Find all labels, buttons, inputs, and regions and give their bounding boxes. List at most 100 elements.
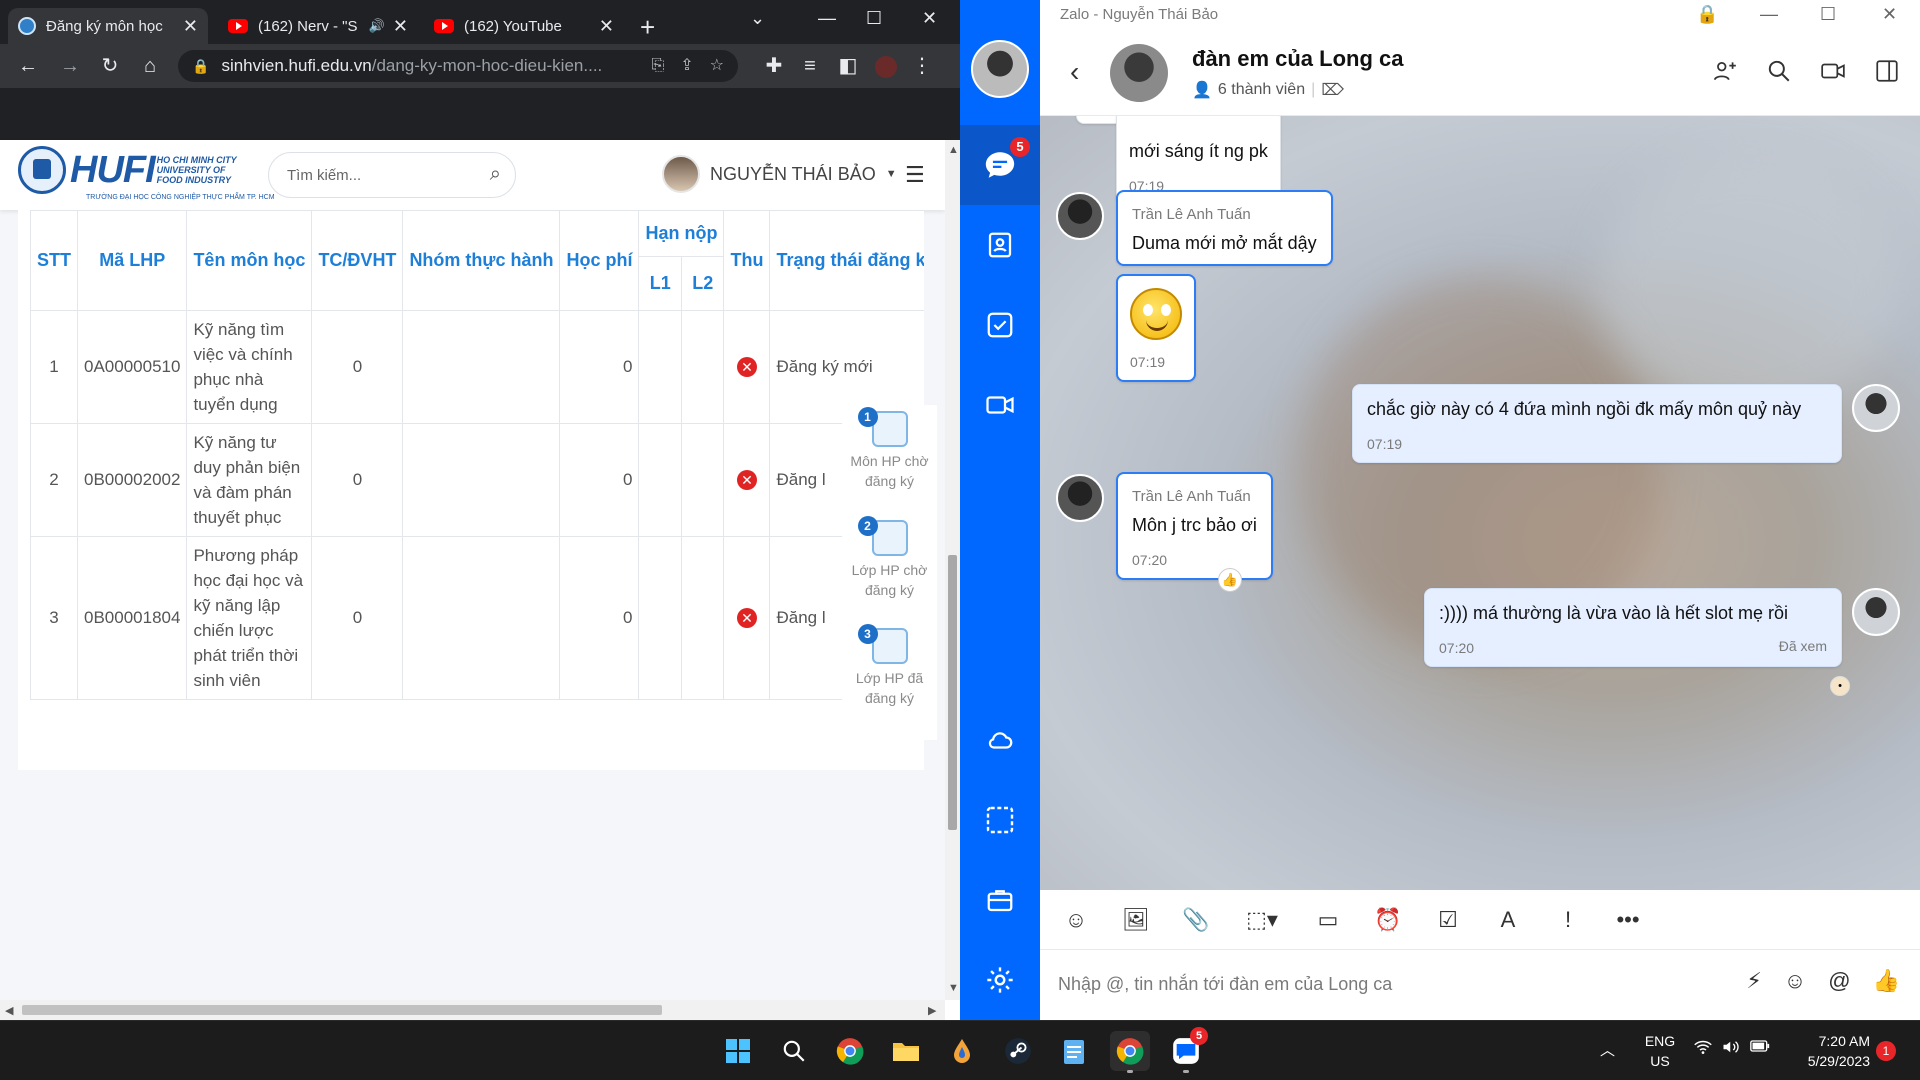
pending-classes-button[interactable]: 2 Lớp HP chờ đăng ký: [842, 516, 937, 600]
tab-search-chevron-icon[interactable]: ⌄: [750, 8, 765, 29]
profile-avatar[interactable]: [872, 52, 900, 80]
new-tab-icon[interactable]: +: [640, 14, 655, 40]
tab-dang-ky-mon-hoc[interactable]: Đăng ký môn học ✕: [8, 8, 208, 44]
my-avatar[interactable]: [971, 40, 1029, 98]
registered-classes-button[interactable]: 3 Lớp HP đã đăng ký: [842, 624, 937, 708]
sticker-bubble[interactable]: 07:19: [1116, 274, 1196, 382]
system-tray[interactable]: [1694, 1039, 1770, 1059]
chrome-taskbar-button[interactable]: [830, 1031, 870, 1071]
my-avatar[interactable]: [1852, 588, 1900, 636]
scrollbar-thumb[interactable]: [948, 555, 957, 830]
quick-message-icon[interactable]: ⚡: [1746, 968, 1761, 994]
app-drop-button[interactable]: [942, 1031, 982, 1071]
emoji-icon[interactable]: ☺: [1784, 968, 1806, 994]
nav-settings[interactable]: [960, 940, 1040, 1020]
scroll-down-icon[interactable]: ▼: [948, 982, 959, 994]
translate-icon[interactable]: ⎘: [651, 50, 664, 82]
maximize-icon[interactable]: ☐: [1820, 4, 1836, 25]
tag-icon[interactable]: ⌦: [1321, 80, 1344, 100]
nav-messages[interactable]: 5: [960, 125, 1040, 205]
pending-subjects-button[interactable]: 1 Môn HP chờ đăng ký: [842, 407, 937, 491]
window-close-icon[interactable]: ✕: [922, 8, 937, 29]
system-clock[interactable]: 7:20 AM 5/29/2023: [1790, 1031, 1870, 1071]
menu-dots-icon[interactable]: ⋮: [908, 52, 936, 80]
share-icon[interactable]: ⇪: [680, 50, 693, 82]
sticker-icon[interactable]: ☺: [1058, 902, 1094, 938]
hamburger-menu-icon[interactable]: ☰: [905, 162, 925, 188]
nav-cloud[interactable]: [960, 700, 1040, 780]
nav-screenshot[interactable]: [960, 780, 1040, 860]
more-icon[interactable]: •••: [1610, 902, 1646, 938]
chrome-active-button[interactable]: [1110, 1031, 1150, 1073]
tab-nerv[interactable]: (162) Nerv - "S 🔊 ✕: [218, 8, 418, 44]
file-explorer-button[interactable]: [886, 1031, 926, 1071]
notification-badge[interactable]: 1: [1876, 1041, 1896, 1061]
attach-icon[interactable]: 📎: [1178, 902, 1214, 938]
star-icon[interactable]: ☆: [710, 50, 724, 82]
mention-icon[interactable]: @: [1828, 968, 1850, 994]
steam-button[interactable]: [998, 1031, 1038, 1071]
important-icon[interactable]: !: [1550, 902, 1586, 938]
user-menu[interactable]: NGUYỄN THÁI BẢO ▼: [662, 155, 897, 193]
search-icon[interactable]: ⌕: [490, 163, 501, 186]
alarm-icon[interactable]: ⏰: [1370, 902, 1406, 938]
home-icon[interactable]: ⌂: [136, 52, 164, 80]
group-avatar[interactable]: [1110, 44, 1168, 102]
search-button[interactable]: [774, 1031, 814, 1071]
nav-video[interactable]: [960, 365, 1040, 445]
extensions-icon[interactable]: ✚: [760, 52, 788, 80]
business-card-icon[interactable]: ▭: [1310, 902, 1346, 938]
chevron-up-icon[interactable]: ︿: [1600, 1039, 1615, 1060]
start-button[interactable]: [718, 1031, 758, 1071]
scrollbar-thumb[interactable]: [22, 1005, 662, 1015]
close-icon[interactable]: ✕: [599, 16, 614, 37]
task-icon[interactable]: ☑: [1430, 902, 1466, 938]
notepad-button[interactable]: [1054, 1031, 1094, 1071]
message-bubble[interactable]: Trần Lê Anh Tuấn Duma mới mở mắt dậy: [1116, 190, 1333, 266]
zalo-taskbar-button[interactable]: 5: [1166, 1027, 1208, 1073]
message-bubble[interactable]: Trần Lê Anh Tuấn Môn j trc bảo ơi 07:20: [1116, 472, 1273, 580]
forward-icon[interactable]: →: [56, 52, 84, 80]
input-language[interactable]: ENG US: [1640, 1031, 1680, 1071]
window-close-icon[interactable]: ✕: [1882, 4, 1897, 25]
tab-youtube[interactable]: (162) YouTube ✕: [424, 8, 624, 44]
nav-toolbox[interactable]: [960, 860, 1040, 940]
maximize-icon[interactable]: ☐: [866, 8, 882, 29]
minimize-icon[interactable]: —: [818, 8, 836, 29]
image-icon[interactable]: 🖼: [1118, 902, 1154, 938]
member-count[interactable]: 👤 6 thành viên | ⌦: [1192, 80, 1344, 100]
hufi-logo[interactable]: HUFI HO CHI MINH CITY UNIVERSITY OF FOOD…: [18, 146, 275, 201]
message-input[interactable]: Nhập @, tin nhắn tới đàn em của Long ca …: [1040, 950, 1920, 1020]
lock-icon[interactable]: 🔒: [1696, 4, 1718, 25]
scroll-left-icon[interactable]: ◀: [5, 1004, 13, 1017]
scroll-up-icon[interactable]: ▲: [948, 144, 959, 156]
thumbs-up-send-icon[interactable]: 👍: [1873, 968, 1900, 994]
speaker-icon[interactable]: 🔊: [369, 18, 385, 34]
video-call-icon[interactable]: [1820, 58, 1846, 84]
close-icon[interactable]: ✕: [393, 16, 408, 37]
vertical-scrollbar[interactable]: ▲ ▼: [945, 140, 960, 1000]
side-panel-icon[interactable]: ◧: [834, 52, 862, 80]
reload-icon[interactable]: ↻: [96, 52, 124, 80]
search-icon[interactable]: [1766, 58, 1792, 84]
nav-contacts[interactable]: [960, 205, 1040, 285]
back-icon[interactable]: ←: [14, 52, 42, 80]
side-panel-icon[interactable]: [1874, 58, 1900, 84]
media-queue-icon[interactable]: ≡: [796, 52, 824, 80]
my-message-bubble[interactable]: :)))) má thường là vừa vào là hết slot m…: [1424, 588, 1842, 667]
thumbs-up-react-icon[interactable]: 👍: [1218, 568, 1242, 592]
address-bar[interactable]: 🔒 sinhvien.hufi.edu.vn /dang-ky-mon-hoc-…: [178, 50, 738, 82]
scroll-right-icon[interactable]: ▶: [928, 1004, 936, 1017]
my-message-bubble[interactable]: chắc giờ này có 4 đứa mình ngồi đk mấy m…: [1352, 384, 1842, 463]
sender-avatar[interactable]: [1056, 192, 1104, 240]
site-search-input[interactable]: Tìm kiếm... ⌕: [268, 152, 516, 198]
minimize-icon[interactable]: —: [1760, 4, 1778, 25]
back-chevron-icon[interactable]: ‹: [1070, 56, 1079, 88]
nav-todo[interactable]: [960, 285, 1040, 365]
sender-avatar[interactable]: [1056, 474, 1104, 522]
close-icon[interactable]: ✕: [183, 16, 198, 37]
horizontal-scrollbar[interactable]: ◀ ▶: [0, 1000, 945, 1020]
text-format-icon[interactable]: A: [1490, 902, 1526, 938]
my-avatar[interactable]: [1852, 384, 1900, 432]
screenshot-dropdown-icon[interactable]: ⬚▾: [1238, 902, 1286, 938]
